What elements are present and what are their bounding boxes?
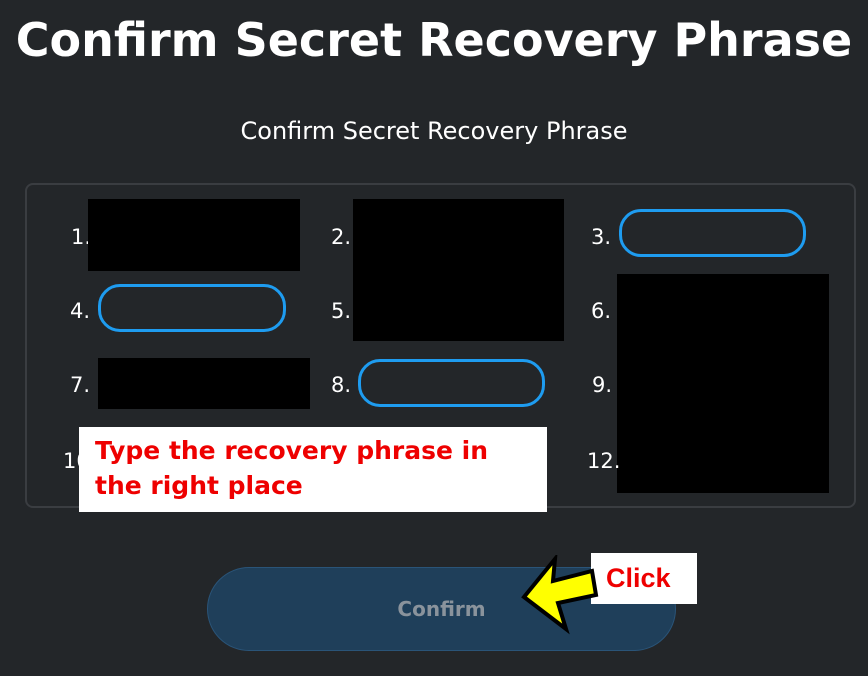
instruction-line-2: the right place (95, 471, 303, 500)
word-index-6: 6. (591, 299, 612, 323)
redacted-word-2-5 (353, 199, 564, 341)
section-subtitle: Confirm Secret Recovery Phrase (240, 117, 628, 145)
word-input-3[interactable] (619, 209, 806, 257)
redacted-word-7 (98, 358, 310, 409)
word-index-4: 4. (70, 299, 91, 323)
word-input-8[interactable] (358, 359, 545, 407)
word-index-12: 12. (587, 449, 621, 473)
page-title: Confirm Secret Recovery Phrase (15, 13, 853, 67)
pointer-arrow-icon (521, 555, 599, 635)
redacted-word-6-9-12 (617, 274, 829, 493)
word-input-4[interactable] (98, 284, 286, 332)
word-index-2: 2. (331, 225, 352, 249)
instruction-callout: Type the recovery phrase in the right pl… (79, 427, 547, 512)
confirm-button-label: Confirm (397, 597, 486, 621)
redacted-word-1 (88, 199, 300, 271)
word-index-7: 7. (70, 373, 91, 397)
word-index-5: 5. (331, 299, 352, 323)
instruction-line-1: Type the recovery phrase in (95, 436, 489, 465)
word-index-3: 3. (591, 225, 612, 249)
word-index-9: 9. (592, 373, 613, 397)
word-index-8: 8. (331, 373, 352, 397)
